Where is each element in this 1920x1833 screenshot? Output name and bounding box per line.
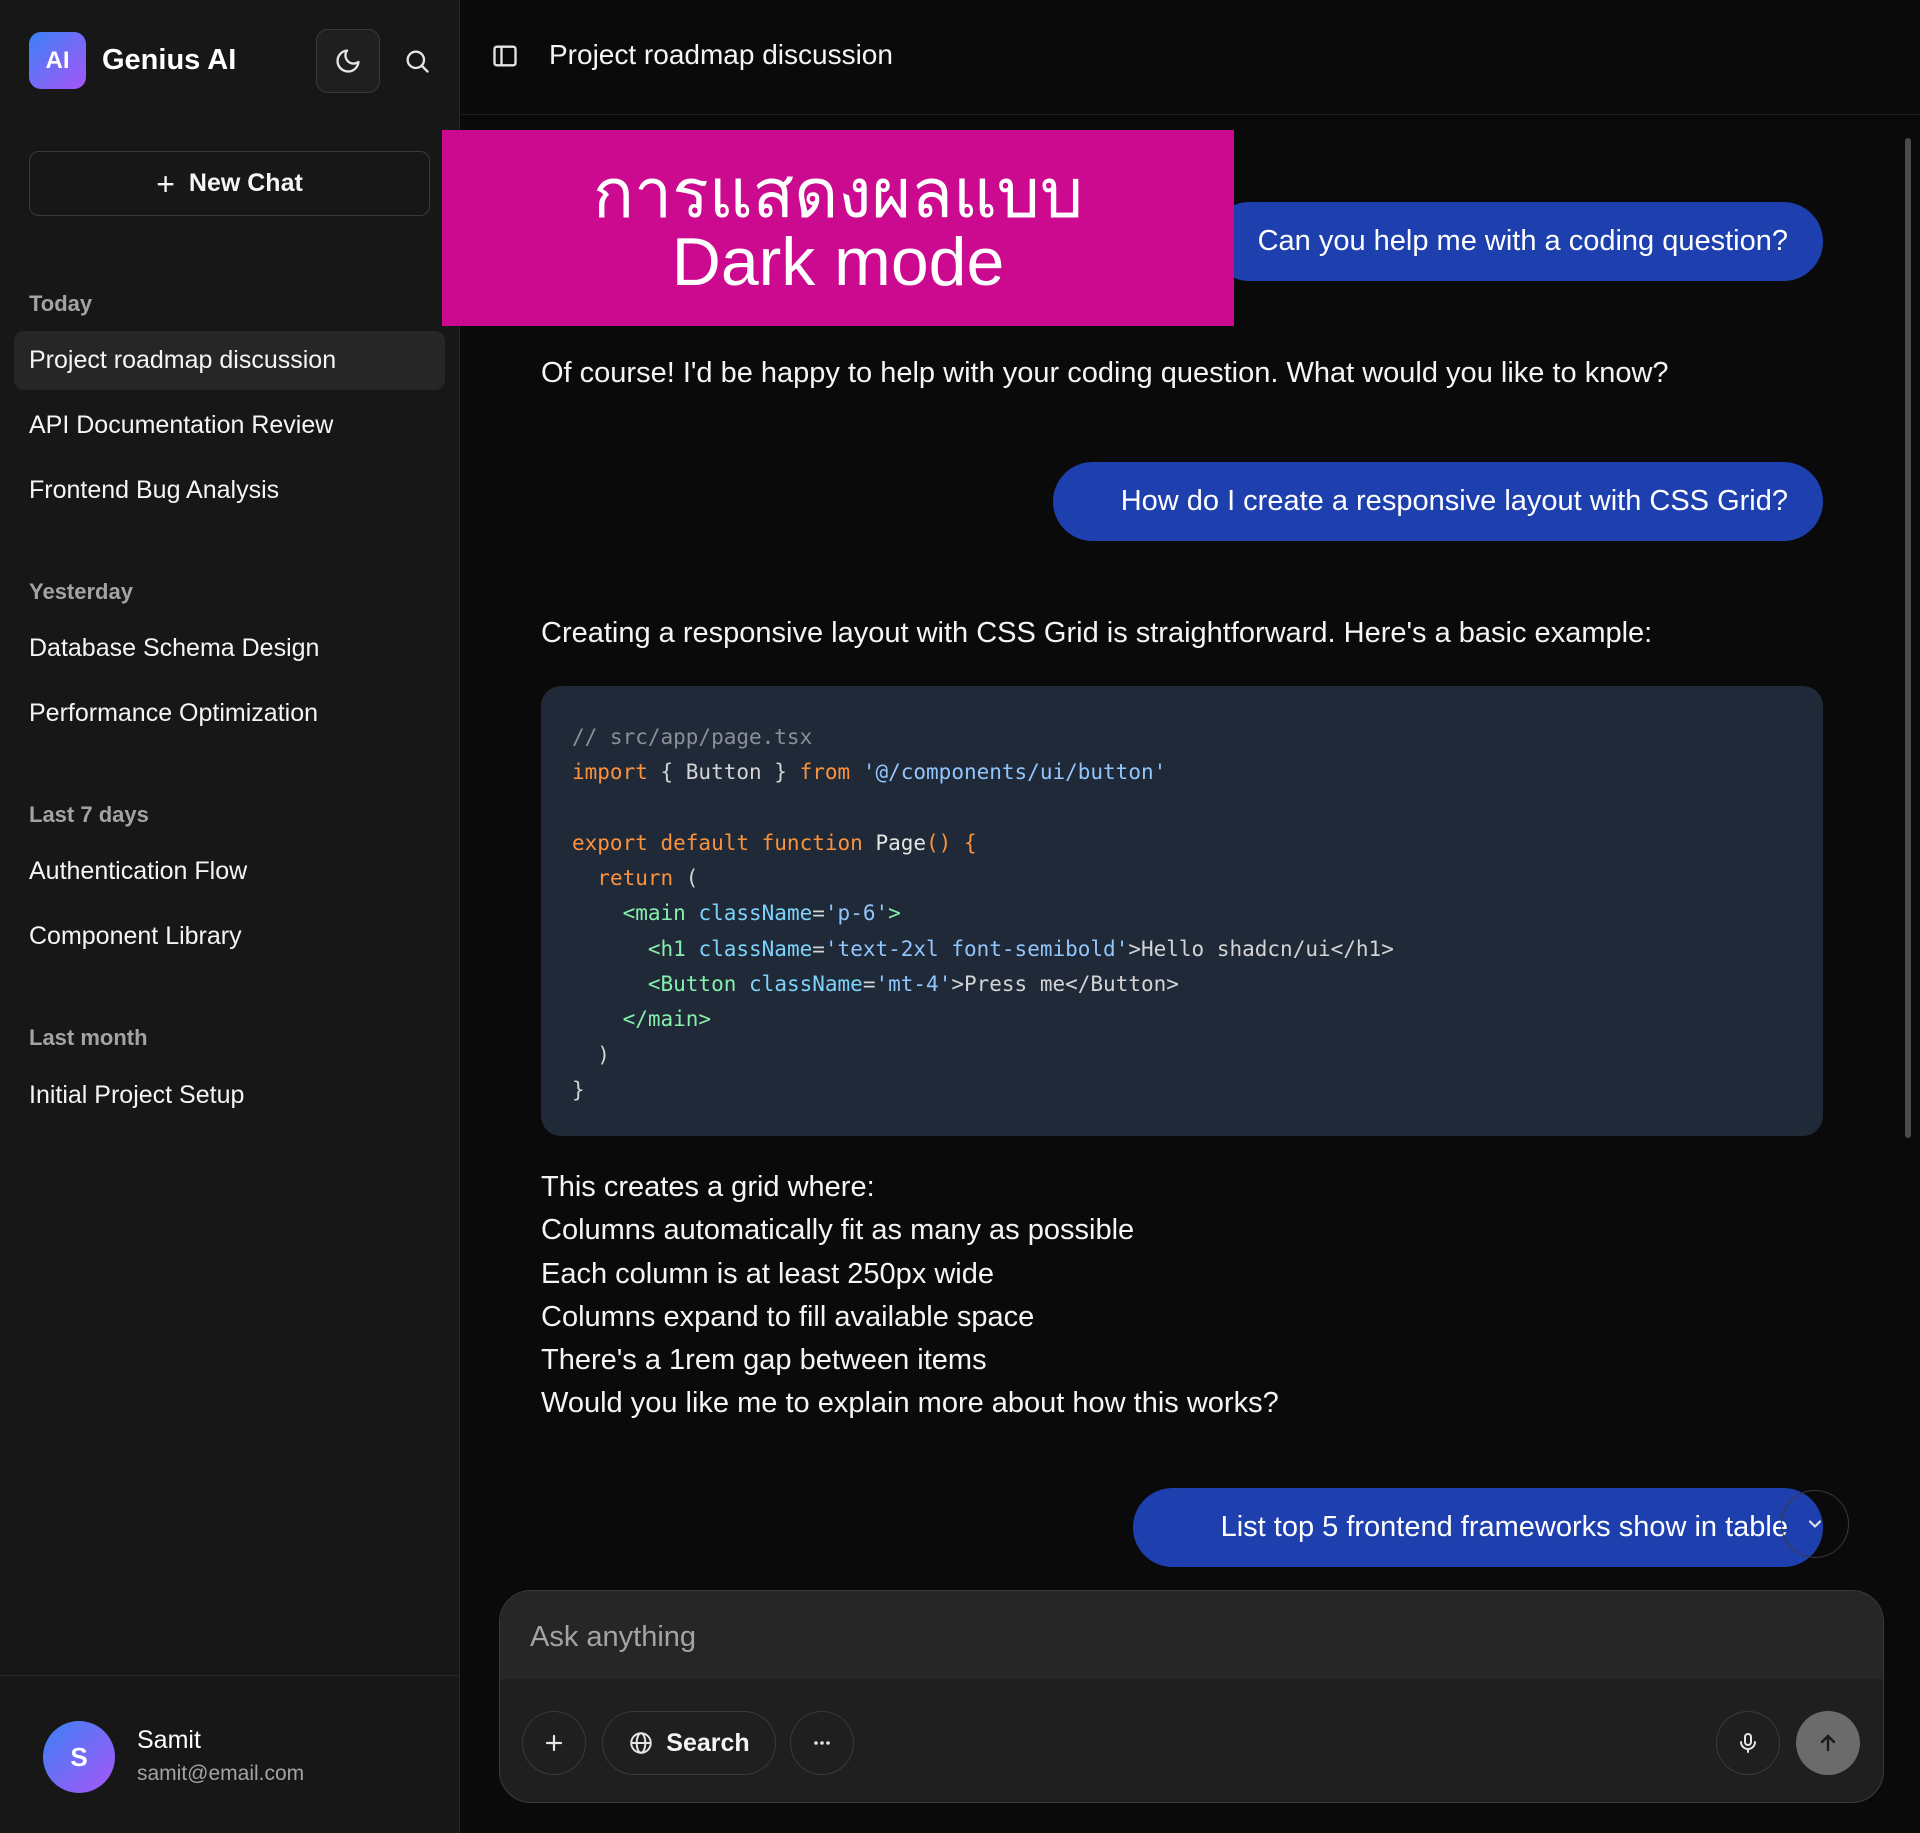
scroll-to-bottom-button[interactable] [1781, 1490, 1849, 1558]
sidebar-item-authentication[interactable]: Authentication Flow [14, 842, 445, 901]
user-message: List top 5 frontend frameworks show in t… [1133, 1488, 1823, 1567]
code-token: <h1 [647, 936, 686, 961]
user-message: How do I create a responsive layout with… [1053, 462, 1823, 541]
code-token: import [572, 760, 648, 785]
user-profile[interactable]: S Samit samit@email.com [0, 1675, 460, 1833]
code-token: </main> [622, 1007, 712, 1032]
sidebar-item-component-library[interactable]: Component Library [14, 907, 445, 966]
send-button[interactable] [1796, 1711, 1860, 1775]
sidebar-item-initial-setup[interactable]: Initial Project Setup [14, 1066, 445, 1125]
chevron-down-icon [1808, 1520, 1822, 1528]
code-token: () { [926, 830, 977, 855]
group-label-yesterday: Yesterday [29, 579, 133, 604]
sidebar-panel-icon [493, 45, 517, 67]
dark-mode-banner: การแสดงผลแบบ Dark mode [442, 130, 1234, 326]
attach-button[interactable] [522, 1711, 586, 1775]
brand[interactable]: AI Genius AI [29, 32, 236, 89]
explanation-line: Would you like me to explain more about … [541, 1387, 1279, 1420]
explanation-line: Columns expand to fill available space [541, 1300, 1035, 1333]
user-email: samit@email.com [137, 1762, 305, 1785]
sidebar-item-api-docs[interactable]: API Documentation Review [14, 396, 445, 455]
sidebar-item-project-roadmap[interactable]: Project roadmap discussion [14, 331, 445, 390]
explanation-line: This creates a grid where: [541, 1171, 875, 1203]
group-label-today: Today [29, 291, 93, 316]
chat-header: Project roadmap discussion [461, 0, 1920, 115]
plus-icon: + [156, 165, 175, 202]
code-token: } [572, 1077, 585, 1102]
brand-logo: AI [29, 32, 86, 89]
page-title: Project roadmap discussion [549, 39, 893, 70]
sidebar: AI Genius AI + New Chat Today Project ro… [0, 0, 460, 1833]
code-comment: // src/app/page.tsx [572, 725, 813, 749]
code-block: // src/app/page.tsx import { Button } fr… [541, 686, 1823, 1136]
search-button[interactable] [392, 29, 442, 93]
avatar: S [43, 1721, 115, 1793]
user-message-text: Can you help me with a coding question? [1257, 225, 1788, 257]
sidebar-item-database-schema[interactable]: Database Schema Design [14, 619, 445, 678]
code-token: 'mt-4' [875, 972, 952, 997]
mic-icon [1740, 1733, 1756, 1753]
new-chat-button[interactable]: + New Chat [29, 151, 430, 216]
brand-name: Genius AI [102, 44, 237, 76]
code-token: className [698, 901, 813, 926]
web-search-button[interactable]: Search [602, 1711, 776, 1775]
group-label-last-month: Last month [29, 1025, 148, 1050]
composer: Ask anything Search [499, 1590, 1884, 1803]
code-token: return [597, 866, 674, 891]
assistant-message-explanation: This creates a grid where: Columns autom… [541, 1166, 1279, 1426]
scrollbar-thumb[interactable] [1905, 138, 1911, 1138]
assistant-message-intro: Creating a responsive layout with CSS Gr… [541, 617, 1653, 649]
explanation-line: There's a 1rem gap between items [541, 1344, 987, 1377]
assistant-message: Of course! I'd be happy to help with you… [541, 357, 1669, 389]
user-message-text: List top 5 frontend frameworks show in t… [1220, 1511, 1788, 1543]
more-icon [814, 1741, 830, 1745]
explanation-line: Each column is at least 250px wide [541, 1257, 994, 1290]
voice-input-button[interactable] [1716, 1711, 1780, 1775]
banner-line-2: Dark mode [671, 224, 1005, 300]
code-token: { Button } [647, 760, 800, 785]
arrow-up-icon [1820, 1734, 1836, 1752]
banner-line-1: การแสดงผลแบบ [592, 156, 1084, 232]
code-token: className [698, 936, 813, 961]
toggle-sidebar-button[interactable] [491, 42, 519, 75]
sidebar-item-performance[interactable]: Performance Optimization [14, 684, 445, 743]
group-label-last-7-days: Last 7 days [29, 802, 149, 827]
code-token: from [799, 760, 851, 785]
code-token: className [749, 972, 863, 997]
code-token: ( [673, 866, 699, 891]
prompt-input[interactable]: Ask anything [500, 1591, 1883, 1679]
sidebar-item-frontend-bug[interactable]: Frontend Bug Analysis [14, 461, 445, 520]
user-message: Can you help me with a coding question? [1210, 202, 1823, 281]
code-token: export default function [572, 830, 863, 855]
code-token: >Hello shadcn/ui</h1> [1128, 936, 1394, 961]
user-name: Samit [137, 1726, 201, 1754]
code-token: >Press me</Button> [951, 972, 1179, 997]
code-token: <main [622, 901, 686, 926]
user-message-text: How do I create a responsive layout with… [1120, 485, 1788, 517]
plus-icon [545, 1734, 563, 1752]
globe-icon [630, 1732, 653, 1754]
code-token: > [888, 901, 901, 926]
theme-toggle-button[interactable] [316, 29, 380, 93]
code-token: 'p-6' [824, 901, 889, 926]
moon-icon [336, 49, 360, 73]
code-token: 'text-2xl font-semibold' [824, 936, 1129, 961]
more-options-button[interactable] [790, 1711, 854, 1775]
web-search-label: Search [666, 1728, 750, 1757]
code-token: '@/components/ui/button' [862, 760, 1167, 785]
code-token: ) [597, 1042, 610, 1067]
new-chat-label: New Chat [188, 169, 303, 197]
chat-scrollbar[interactable] [1901, 118, 1915, 1583]
code-token: Page [862, 830, 927, 855]
prompt-placeholder: Ask anything [530, 1621, 697, 1653]
explanation-line: Columns automatically fit as many as pos… [541, 1214, 1135, 1247]
search-icon [406, 50, 429, 73]
code-token: <Button [647, 972, 737, 997]
